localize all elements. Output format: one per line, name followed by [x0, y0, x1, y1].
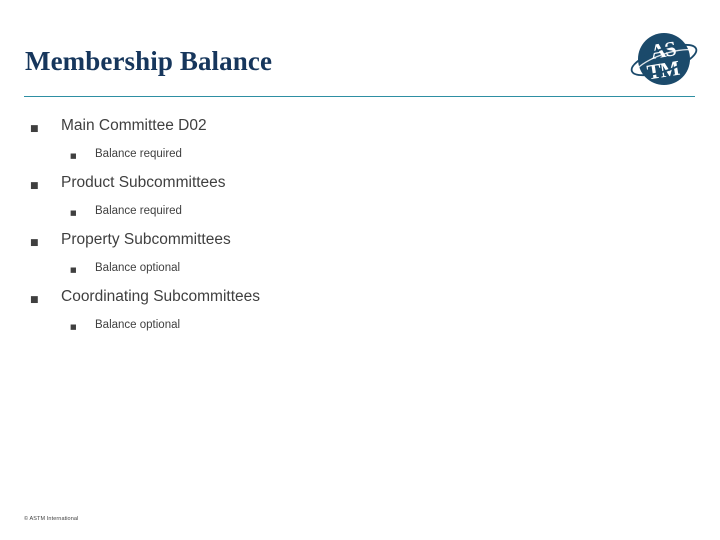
list-item: ■ Balance required — [0, 144, 700, 172]
page-title: Membership Balance — [25, 46, 273, 76]
list-item: ■ Coordinating Subcommittees — [0, 286, 700, 315]
copyright-notice: © ASTM International — [24, 516, 79, 522]
list-item: ■ Property Subcommittees — [0, 229, 700, 258]
list-item: ■ Main Committee D02 — [0, 115, 700, 144]
list-item-label: Coordinating Subcommittees — [61, 288, 261, 305]
list-item: ■ Balance optional — [0, 315, 700, 343]
bullet-marker-icon: ■ — [30, 295, 39, 305]
list-item-label: Balance optional — [95, 319, 181, 331]
bullet-marker-icon: ■ — [70, 266, 77, 274]
bullet-marker-icon: ■ — [30, 181, 39, 191]
bullet-marker-icon: ■ — [30, 124, 39, 134]
list-item-label: Balance required — [95, 205, 182, 217]
bullet-marker-icon: ■ — [30, 238, 39, 248]
slide-canvas: Membership Balance AS TM ■ Main Committe… — [0, 0, 720, 540]
list-item-label: Main Committee D02 — [61, 117, 207, 134]
astm-logo-icon: AS TM — [630, 33, 698, 85]
list-item: ■ Product Subcommittees — [0, 172, 700, 201]
list-item-label: Property Subcommittees — [61, 231, 231, 248]
list-item: ■ Balance required — [0, 201, 700, 229]
bullet-marker-icon: ■ — [70, 152, 77, 160]
list-item-label: Product Subcommittees — [61, 174, 226, 191]
astm-logo: AS TM — [626, 26, 702, 92]
list-item: ■ Balance optional — [0, 258, 700, 286]
bullet-marker-icon: ■ — [70, 209, 77, 217]
list-item-label: Balance required — [95, 148, 182, 160]
list-item-label: Balance optional — [95, 262, 181, 274]
bullet-list: ■ Main Committee D02 ■ Balance required … — [0, 115, 700, 343]
title-divider — [24, 96, 695, 97]
bullet-marker-icon: ■ — [70, 323, 77, 331]
